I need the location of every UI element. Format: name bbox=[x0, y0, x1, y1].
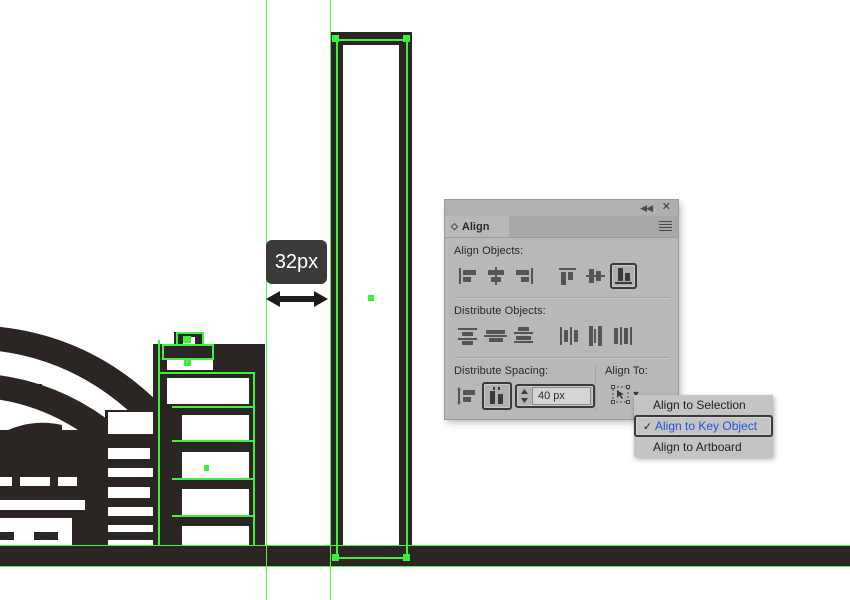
menu-item-label: Align to Artboard bbox=[653, 440, 742, 454]
align-center-vertical-icon bbox=[585, 269, 605, 283]
left-building-antenna bbox=[36, 384, 42, 400]
distribute-bottom-icon bbox=[513, 327, 533, 343]
selected-building-window bbox=[182, 489, 249, 515]
align-left-icon bbox=[458, 268, 476, 284]
left-building-band-1 bbox=[0, 430, 112, 442]
spacing-value-field[interactable]: 40 px bbox=[515, 384, 595, 408]
distribute-hcenter-icon bbox=[588, 326, 602, 346]
middle-building-window bbox=[108, 448, 150, 459]
horizontal-distribute-spacing-icon bbox=[490, 387, 503, 404]
menu-item-label: Align to Selection bbox=[653, 398, 746, 412]
align-right-icon bbox=[515, 268, 533, 284]
menu-item-align-to-artboard[interactable]: Align to Artboard bbox=[634, 437, 773, 457]
distribute-spacing-controls: 40 px bbox=[454, 382, 595, 410]
align-top-icon bbox=[558, 268, 576, 285]
collapse-panel-icon[interactable]: ◀◀ bbox=[640, 202, 653, 214]
align-center-horizontal-icon bbox=[487, 267, 504, 285]
distribute-spacing-group: Distribute Spacing: 40 px bbox=[454, 365, 595, 410]
horizontal-distribute-right-button[interactable] bbox=[610, 323, 637, 349]
distribute-left-icon bbox=[559, 327, 578, 345]
align-to-label: Align To: bbox=[605, 365, 648, 377]
vertical-align-bottom-button[interactable] bbox=[610, 263, 637, 289]
panel-body: Align Objects: Distribute Objects: Distr… bbox=[445, 238, 678, 419]
align-panel: ◀◀ ✕ ◇ Align Align Objects: Distribute O… bbox=[445, 200, 678, 419]
vertical-distribute-spacing-icon bbox=[457, 387, 475, 405]
horizontal-guide-top bbox=[0, 545, 850, 546]
panel-options-diamond-icon: ◇ bbox=[451, 221, 458, 231]
middle-building-window bbox=[108, 487, 150, 498]
tab-align[interactable]: ◇ Align bbox=[445, 216, 509, 237]
distribute-spacing-label: Distribute Spacing: bbox=[454, 365, 549, 377]
panel-title-bar: ◀◀ ✕ bbox=[445, 200, 678, 216]
left-building-window bbox=[20, 477, 50, 486]
horizontal-align-right-button[interactable] bbox=[510, 263, 537, 289]
tab-align-label: Align bbox=[461, 220, 490, 233]
horizontal-distribute-center-button[interactable] bbox=[582, 323, 609, 349]
panel-menu-hamburger-icon[interactable] bbox=[659, 221, 672, 232]
menu-item-align-to-selection[interactable]: Align to Selection bbox=[634, 395, 773, 415]
vertical-align-top-button[interactable] bbox=[554, 263, 581, 289]
vertical-align-center-button[interactable] bbox=[582, 263, 609, 289]
selected-building-window bbox=[182, 452, 249, 478]
spacing-value-text[interactable]: 40 px bbox=[532, 387, 591, 405]
menu-item-label: Align to Key Object bbox=[655, 419, 758, 433]
vertical-guide-right bbox=[330, 0, 331, 600]
distribute-vcenter-icon bbox=[483, 330, 507, 342]
horizontal-guide-bottom bbox=[0, 566, 850, 567]
menu-item-align-to-key-object[interactable]: ✓ Align to Key Object bbox=[634, 415, 773, 437]
left-building-window bbox=[0, 532, 14, 540]
distribute-objects-button-row bbox=[454, 322, 669, 350]
distribute-objects-label: Distribute Objects: bbox=[454, 305, 546, 317]
vertical-distribute-spacing-button[interactable] bbox=[454, 384, 480, 408]
selected-building-window bbox=[167, 378, 249, 404]
vertical-distribute-top-button[interactable] bbox=[454, 323, 481, 349]
horizontal-distribute-left-button[interactable] bbox=[554, 323, 581, 349]
align-to-key-object-icon bbox=[610, 384, 630, 404]
measurement-tooltip: 32px bbox=[266, 240, 327, 284]
distribute-top-icon bbox=[457, 328, 477, 345]
panel-tab-row: ◇ Align bbox=[445, 216, 678, 238]
align-objects-button-row bbox=[454, 262, 669, 290]
close-panel-icon[interactable]: ✕ bbox=[662, 201, 671, 213]
left-building-window bbox=[34, 532, 58, 540]
left-building-window bbox=[0, 500, 85, 510]
distribute-right-icon bbox=[613, 327, 632, 345]
left-building-window bbox=[58, 477, 77, 486]
vertical-distribute-bottom-button[interactable] bbox=[510, 323, 537, 349]
horizontal-distribute-spacing-button[interactable] bbox=[482, 382, 512, 410]
align-to-dropdown-menu: Align to Selection ✓ Align to Key Object… bbox=[634, 395, 773, 457]
measurement-tooltip-label: 32px bbox=[274, 250, 319, 273]
stepper-up-down-icon[interactable] bbox=[517, 388, 532, 404]
illustrator-canvas: 32px ◀◀ ✕ ◇ Align Align Objects: Distrib… bbox=[0, 0, 850, 600]
vertical-distribute-center-button[interactable] bbox=[482, 323, 509, 349]
key-object-center-point bbox=[368, 295, 374, 301]
horizontal-align-center-button[interactable] bbox=[482, 263, 509, 289]
ground-bar-shape bbox=[0, 545, 850, 567]
double-headed-arrow-icon bbox=[266, 291, 328, 307]
align-bottom-icon bbox=[614, 268, 632, 284]
panel-divider-1 bbox=[454, 297, 669, 299]
menu-item-check-icon: ✓ bbox=[642, 420, 653, 433]
selected-building-window bbox=[182, 415, 249, 441]
left-building-window bbox=[0, 477, 12, 486]
align-objects-label: Align Objects: bbox=[454, 245, 524, 257]
panel-divider-2 bbox=[454, 357, 669, 359]
horizontal-align-left-button[interactable] bbox=[454, 263, 481, 289]
